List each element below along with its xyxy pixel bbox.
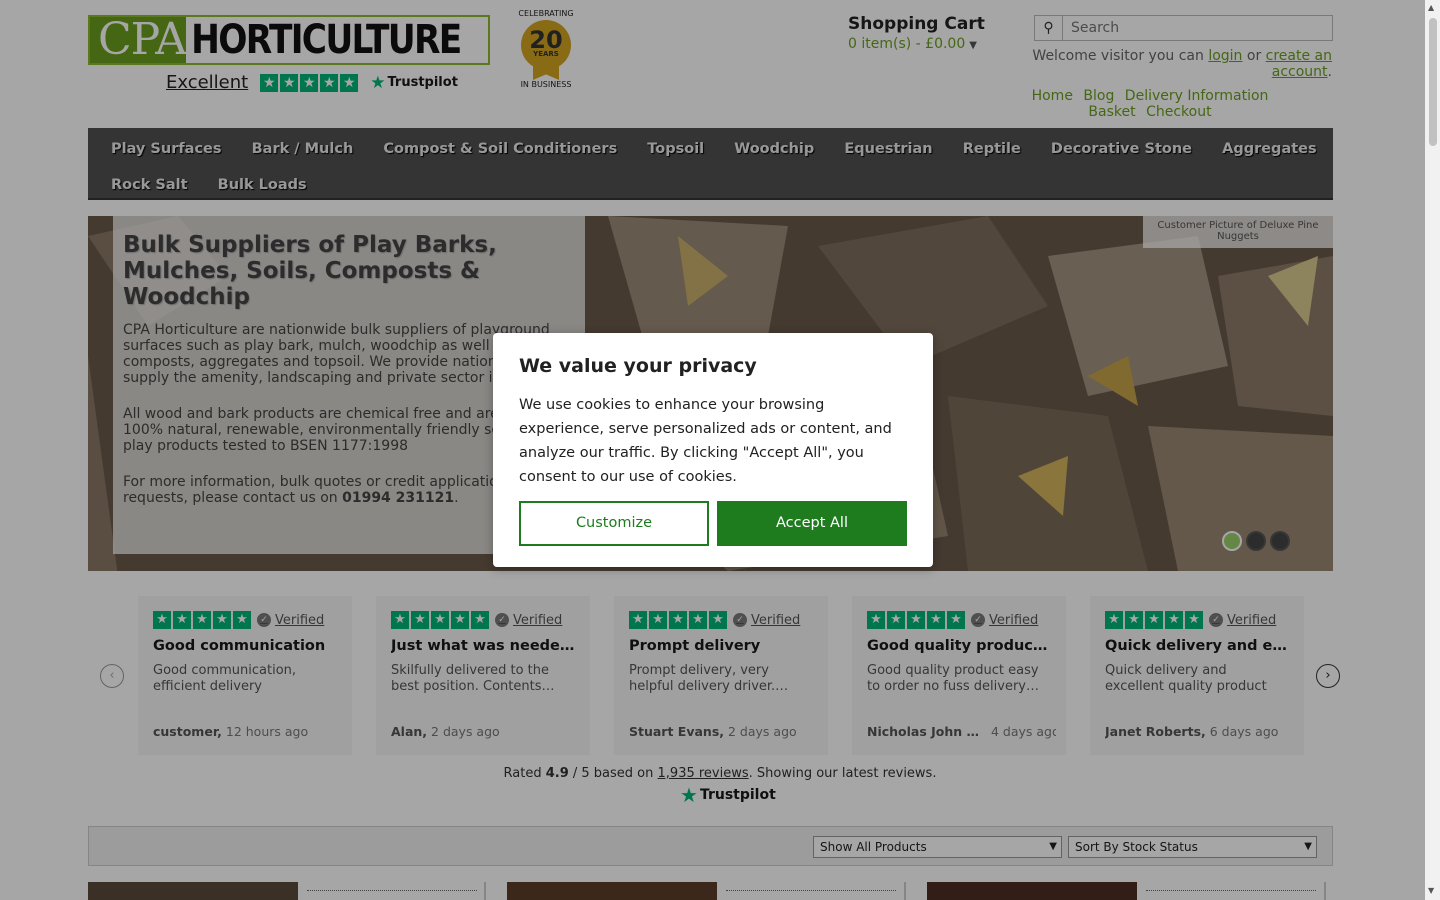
accept-all-button[interactable]: Accept All: [717, 501, 907, 546]
page-scrollbar[interactable]: ▲ ▼: [1425, 0, 1440, 900]
scrollbar-thumb[interactable]: [1429, 18, 1437, 146]
scroll-down-icon[interactable]: ▼: [1428, 886, 1434, 895]
cookie-dialog-body: We use cookies to enhance your browsing …: [519, 397, 892, 485]
scroll-up-icon[interactable]: ▲: [1428, 3, 1434, 12]
cookie-consent-dialog: We value your privacy We use cookies to …: [493, 333, 933, 567]
customize-button[interactable]: Customize: [519, 501, 709, 546]
cookie-dialog-title: We value your privacy: [519, 355, 757, 377]
